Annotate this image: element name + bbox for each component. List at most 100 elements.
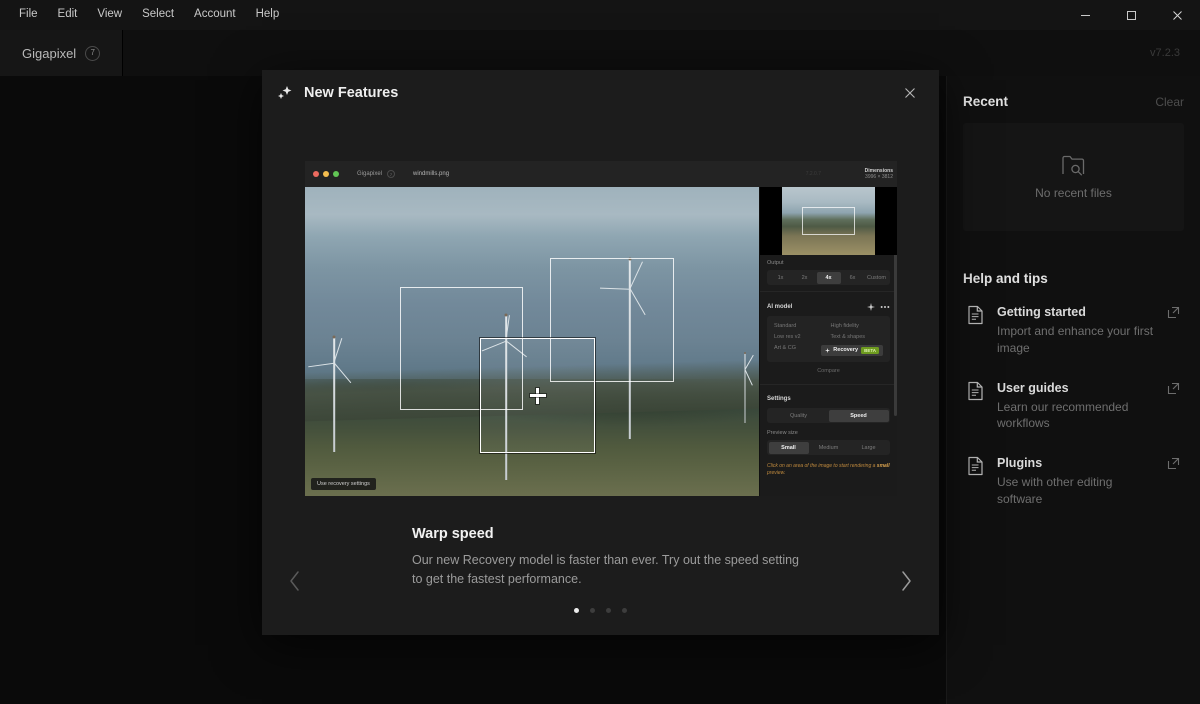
dialog-header: New Features [262, 70, 939, 116]
close-icon [1172, 10, 1183, 21]
scale-option-2x[interactable]: 2x [793, 272, 817, 284]
scale-option-4x[interactable]: 4x [817, 272, 841, 284]
quality-option[interactable]: Quality [769, 410, 829, 422]
ai-model-row: Art & CG Recovery BETA [772, 342, 885, 358]
help-and-tips-title: Help and tips [963, 271, 1184, 286]
ai-model-standard[interactable]: Standard [772, 320, 829, 331]
carousel-dot-1[interactable] [574, 608, 579, 613]
turbine-blade [744, 355, 754, 370]
tab-version-badge: 7 [85, 46, 100, 61]
chevron-right-icon [899, 570, 913, 592]
close-button[interactable] [1154, 0, 1200, 30]
folder-search-icon [1061, 154, 1087, 177]
menu-item-edit[interactable]: Edit [49, 5, 87, 25]
preview-size-small[interactable]: Small [769, 442, 809, 454]
minimize-light-icon [323, 171, 329, 177]
carousel-prev-button[interactable] [278, 564, 312, 598]
preview-size-large[interactable]: Large [849, 442, 889, 454]
carousel-dot-3[interactable] [606, 608, 611, 613]
help-item-plugins[interactable]: Plugins Use with other editing software [963, 443, 1184, 519]
screenshot-file-name: windmills.png [413, 171, 449, 177]
close-icon [904, 87, 916, 99]
chevron-left-icon [288, 570, 302, 592]
ai-model-row: Low res v2 Text & shapes [772, 331, 885, 342]
menu-item-select[interactable]: Select [133, 5, 183, 25]
zoom-light-icon [333, 171, 339, 177]
ai-model-header: AI model [767, 303, 890, 311]
carousel-next-button[interactable] [889, 564, 923, 598]
feature-caption: Warp speed Our new Recovery model is fas… [412, 526, 812, 590]
scale-option-custom[interactable]: Custom [865, 272, 889, 284]
ai-model-art-cg[interactable]: Art & CG [772, 342, 819, 358]
ai-model-section: AI model Standard High fi [760, 298, 897, 378]
compare-label: Compare [817, 368, 840, 374]
external-link-icon [1167, 454, 1180, 475]
maximize-icon [1126, 10, 1137, 21]
carousel-dots [262, 608, 939, 613]
screenshot-settings-panel: Output 1x 2x 4x 6x Custom AI model [759, 187, 897, 496]
turbine-mast [745, 353, 746, 423]
panel-divider [760, 384, 897, 385]
menu-item-account[interactable]: Account [185, 5, 245, 25]
active-preview-selection-box[interactable] [480, 338, 595, 453]
recent-empty-state: No recent files [963, 123, 1184, 231]
close-light-icon [313, 171, 319, 177]
recent-clear-button[interactable]: Clear [1155, 95, 1184, 109]
help-item-subtitle: Use with other editing software [997, 474, 1154, 508]
ai-model-recovery[interactable]: Recovery BETA [819, 342, 885, 358]
screenshot-image-canvas: Use recovery settings [305, 187, 759, 496]
tab-gigapixel[interactable]: Gigapixel 7 [0, 30, 123, 76]
menu-item-view[interactable]: View [88, 5, 131, 25]
screenshot-main: Use recovery settings Output 1x [305, 187, 897, 496]
minimize-button[interactable] [1062, 0, 1108, 30]
settings-section: Settings Quality Speed Preview size Smal… [760, 391, 897, 455]
dimensions-value: 3996 × 3812 [865, 174, 893, 180]
maximize-button[interactable] [1108, 0, 1154, 30]
external-link-icon [1167, 303, 1180, 324]
feature-heading: Warp speed [412, 526, 812, 542]
screenshot-dimensions: Dimensions 3996 × 3812 [865, 168, 893, 181]
help-item-subtitle: Import and enhance your first image [997, 323, 1154, 357]
dialog-close-button[interactable] [897, 80, 923, 106]
feature-description: Our new Recovery model is faster than ev… [412, 551, 812, 590]
compare-button[interactable]: Compare [767, 362, 890, 378]
ai-model-high-fidelity[interactable]: High fidelity [829, 320, 886, 331]
more-icon[interactable] [880, 305, 890, 309]
ai-model-text-shapes[interactable]: Text & shapes [829, 331, 886, 342]
new-features-dialog: New Features Gigapixel 7 windmills.png 7… [262, 70, 939, 635]
quality-speed-toggle: Quality Speed [767, 408, 890, 423]
menu-item-file[interactable]: File [10, 5, 47, 25]
preview-size-medium[interactable]: Medium [809, 442, 849, 454]
ai-model-actions [867, 303, 890, 311]
scale-option-6x[interactable]: 6x [841, 272, 865, 284]
external-link-icon [1167, 379, 1180, 400]
navigator-viewport-rect[interactable] [802, 207, 854, 234]
scale-segmented-control: 1x 2x 4x 6x Custom [767, 270, 890, 285]
ai-model-recovery-label: Recovery [833, 347, 858, 353]
ai-model-low-res-v2[interactable]: Low res v2 [772, 331, 829, 342]
help-item-title: Plugins [997, 456, 1042, 470]
turbine-hub [744, 352, 746, 354]
sparkle-icon[interactable] [867, 303, 875, 311]
help-item-user-guides[interactable]: User guides Learn our recommended workfl… [963, 368, 1184, 444]
use-recovery-settings-button[interactable]: Use recovery settings [311, 478, 376, 490]
speed-option[interactable]: Speed [829, 410, 889, 422]
traffic-lights [313, 171, 339, 177]
tab-label: Gigapixel [22, 46, 76, 61]
sparkle-icon [825, 348, 830, 353]
scale-option-1x[interactable]: 1x [769, 272, 793, 284]
carousel-dot-2[interactable] [590, 608, 595, 613]
menu-item-help[interactable]: Help [247, 5, 289, 25]
recent-title: Recent [963, 94, 1008, 109]
help-item-text: User guides Learn our recommended workfl… [997, 379, 1154, 433]
carousel-dot-4[interactable] [622, 608, 627, 613]
recent-empty-text: No recent files [1035, 186, 1112, 200]
help-item-getting-started[interactable]: Getting started Import and enhance your … [963, 292, 1184, 368]
screenshot-version: 7.2.0.7 [806, 171, 821, 177]
hint-suffix: preview. [767, 470, 785, 476]
navigator-thumbnail[interactable] [760, 187, 897, 255]
window-controls [1062, 0, 1200, 30]
ai-model-row: Standard High fidelity [772, 320, 885, 331]
dialog-title: New Features [304, 85, 398, 101]
panel-divider [760, 291, 897, 292]
